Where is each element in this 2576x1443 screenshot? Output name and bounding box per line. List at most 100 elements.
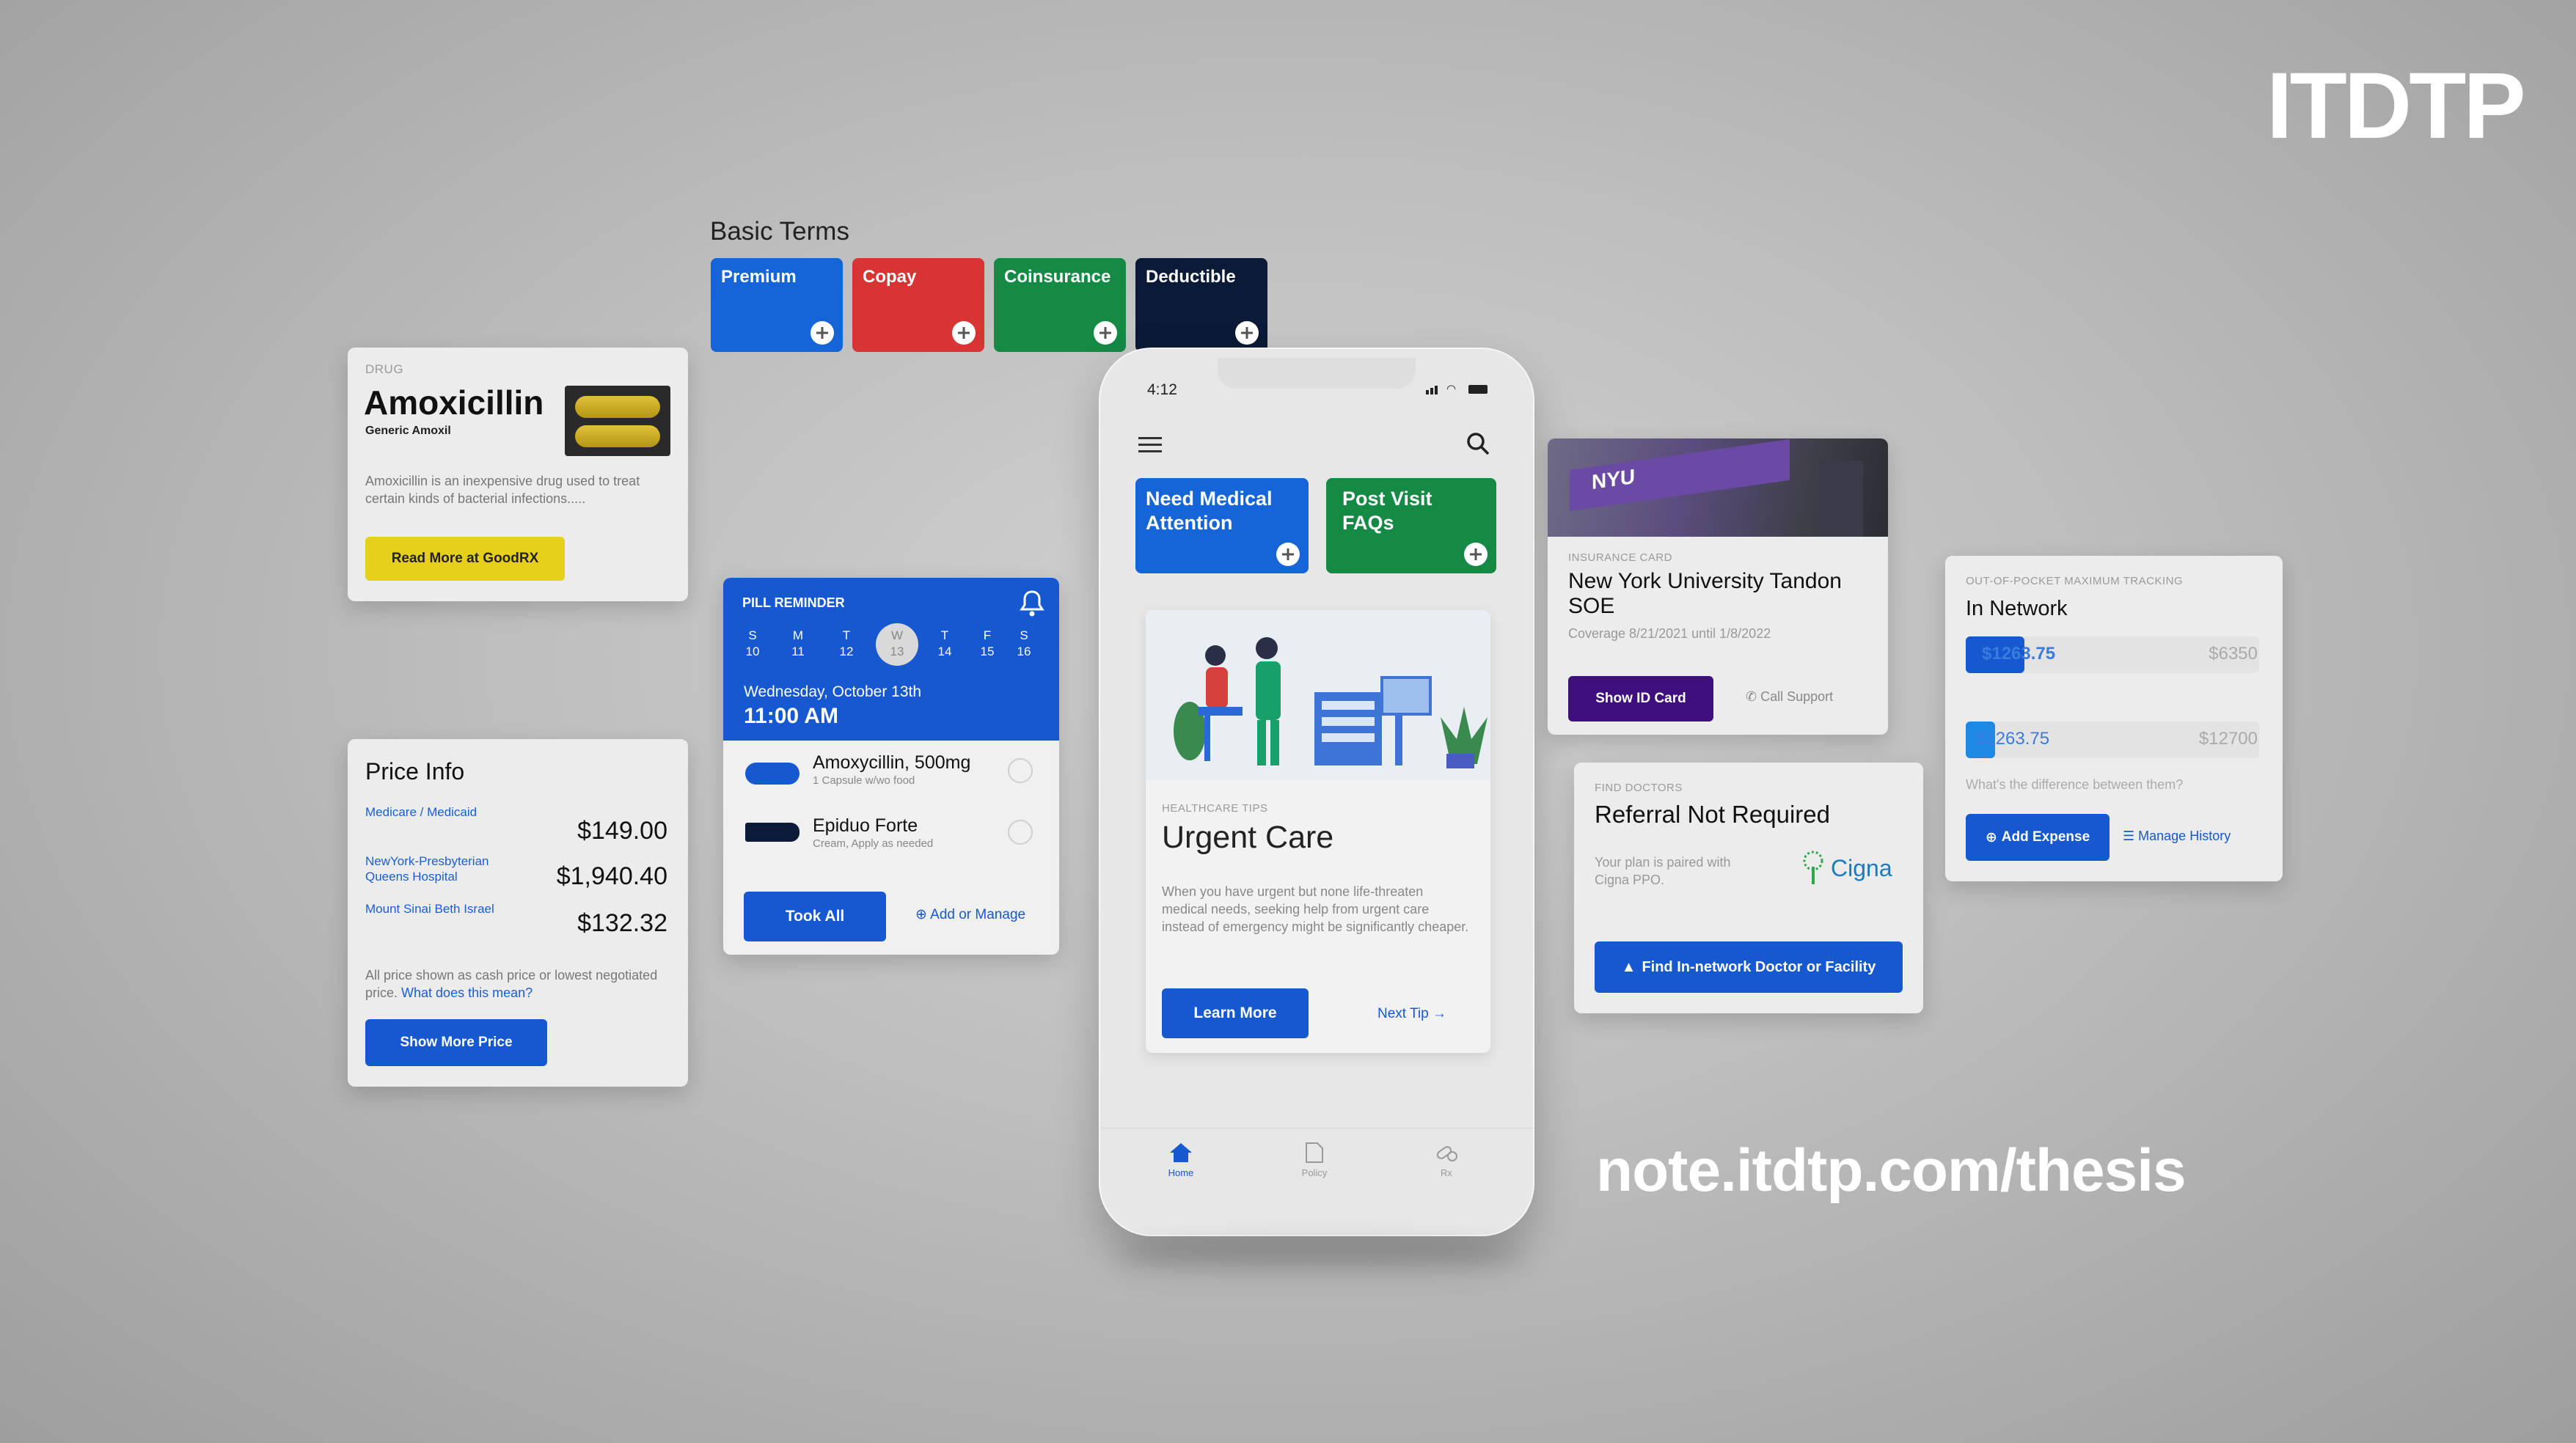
show-more-price-button[interactable]: Show More Price	[365, 1019, 547, 1066]
plus-icon[interactable]	[952, 321, 976, 345]
provider-label[interactable]: Medicare / Medicaid	[365, 805, 477, 820]
drug-tag: DRUG	[365, 362, 404, 376]
price-note: All price shown as cash price or lowest …	[365, 966, 673, 1002]
bell-icon[interactable]	[1020, 590, 1044, 621]
term-coinsurance[interactable]: Coinsurance	[994, 258, 1126, 352]
phone-frame: 4:12 ◠ Need Medical Attention Post Visit…	[1099, 348, 1534, 1236]
tab-bar: Home Policy Rx	[1100, 1128, 1533, 1235]
find-in-network-button[interactable]: ▲ Find In-network Doctor or Facility	[1595, 941, 1903, 993]
tip-tag: HEALTHCARE TIPS	[1162, 802, 1268, 815]
brand-logo: ITDTP	[2266, 54, 2526, 158]
search-icon[interactable]	[1466, 431, 1490, 460]
term-label: Deductible	[1146, 267, 1236, 287]
oop-bar-value: $1263.75	[1976, 729, 2050, 749]
price-value: $1,940.40	[556, 862, 667, 890]
oop-question[interactable]: What's the difference between them?	[1966, 777, 2183, 793]
find-doctors-card: FIND DOCTORS Referral Not Required Your …	[1574, 763, 1923, 1013]
tile-post-visit-faqs[interactable]: Post Visit FAQs	[1326, 478, 1496, 573]
drug-card: DRUG Amoxicillin Generic Amoxil Amoxicil…	[348, 348, 688, 601]
manage-history-link[interactable]: ☰ Manage History	[2123, 829, 2231, 844]
list-icon: ☰	[2123, 829, 2139, 843]
tree-icon	[1803, 851, 1823, 884]
reminder-time: 11:00 AM	[744, 704, 838, 728]
phone-icon: ✆	[1746, 689, 1761, 704]
plus-icon[interactable]	[1235, 321, 1259, 345]
goodrx-button[interactable]: Read More at GoodRX	[365, 537, 565, 581]
day-wednesday[interactable]: W 13	[881, 628, 913, 660]
cigna-logo: Cigna	[1799, 849, 1892, 891]
tab-home[interactable]: Home	[1152, 1142, 1210, 1178]
plus-icon[interactable]	[1464, 543, 1488, 566]
drug-name: Amoxicillin	[364, 383, 544, 422]
oop-title: In Network	[1966, 597, 2068, 620]
phone-shadow	[1115, 1239, 1526, 1268]
tile-need-medical-attention[interactable]: Need Medical Attention	[1135, 478, 1309, 573]
oop-tracking-card: OUT-OF-POCKET MAXIMUM TRACKING In Networ…	[1945, 556, 2283, 881]
tab-label: Home	[1168, 1167, 1194, 1178]
day-saturday[interactable]: S 16	[1008, 628, 1040, 660]
plus-icon[interactable]	[1276, 543, 1300, 566]
navigation-arrow-icon: ▲	[1621, 958, 1636, 975]
plus-circle-icon: ⊕	[915, 907, 931, 922]
term-label: Copay	[863, 267, 917, 287]
doctor-illustration	[1146, 610, 1490, 780]
price-info-card: Price Info Medicare / Medicaid $149.00 N…	[348, 739, 688, 1087]
building-photo: NYU	[1548, 438, 1888, 537]
provider-label[interactable]: Mount Sinai Beth Israel	[365, 902, 494, 917]
term-label: Coinsurance	[1004, 267, 1111, 287]
call-support-link[interactable]: ✆ Call Support	[1746, 689, 1833, 705]
tip-body: When you have urgent but none life-threa…	[1162, 884, 1469, 934]
doctors-body: Your plan is paired with Cigna PPO.	[1595, 855, 1731, 887]
insurance-card: NYU INSURANCE CARD New York University T…	[1548, 438, 1888, 735]
tab-label: Policy	[1301, 1167, 1328, 1178]
show-id-card-button[interactable]: Show ID Card	[1568, 676, 1713, 722]
reminder-date: Wednesday, October 13th	[744, 683, 922, 700]
price-note-link[interactable]: What does this mean?	[401, 985, 533, 1000]
add-expense-button[interactable]: ⊕ Add Expense	[1966, 814, 2110, 861]
add-manage-link[interactable]: ⊕ Add or Manage	[915, 906, 1025, 923]
term-premium[interactable]: Premium	[711, 258, 843, 352]
pill-reminder-tag: PILL REMINDER	[742, 595, 845, 610]
doctors-title: Referral Not Required	[1595, 801, 1830, 828]
med-name: Epiduo Forte	[813, 815, 918, 836]
provider-label[interactable]: NewYork-Presbyterian Queens Hospital	[365, 853, 519, 884]
price-info-title: Price Info	[365, 758, 465, 785]
status-time: 4:12	[1147, 381, 1177, 398]
tab-policy[interactable]: Policy	[1285, 1142, 1344, 1178]
document-icon	[1306, 1142, 1323, 1163]
med-name: Amoxycillin, 500mg	[813, 752, 971, 773]
day-thursday[interactable]: T 14	[929, 628, 961, 660]
day-sunday[interactable]: S 10	[736, 628, 769, 660]
plus-icon[interactable]	[1094, 321, 1117, 345]
insurance-name: New York University Tandon SOE	[1568, 569, 1842, 618]
doctors-tag: FIND DOCTORS	[1595, 782, 1683, 794]
cigna-wordmark: Cigna	[1831, 855, 1892, 881]
tab-label: Rx	[1441, 1167, 1452, 1178]
healthcare-tip-card: HEALTHCARE TIPS Urgent Care When you hav…	[1146, 610, 1490, 1053]
drug-generic: Generic Amoxil	[365, 425, 451, 437]
signal-battery-icon: ◠	[1426, 383, 1493, 396]
learn-more-button[interactable]: Learn More	[1162, 988, 1309, 1038]
capsule-icon	[745, 763, 799, 785]
check-circle-icon[interactable]	[1008, 820, 1033, 845]
tip-title: Urgent Care	[1162, 820, 1334, 855]
oop-bar-max: $12700	[2198, 729, 2258, 749]
plus-icon[interactable]	[811, 321, 834, 345]
check-circle-icon[interactable]	[1008, 758, 1033, 783]
tab-rx[interactable]: Rx	[1417, 1142, 1476, 1178]
term-copay[interactable]: Copay	[852, 258, 984, 352]
oop-bar-max: $6350	[2209, 644, 2258, 664]
took-all-button[interactable]: Took All	[744, 892, 886, 941]
oop-bar-value: $1263.75	[1982, 644, 2056, 664]
tile-label: Need Medical Attention	[1146, 488, 1273, 534]
pill-reminder-card: PILL REMINDER S 10 M 11 T 12 W 13 T 14 F 15 S1…	[723, 578, 1059, 955]
basic-terms-title: Basic Terms	[710, 217, 849, 246]
med-sub: Cream, Apply as needed	[813, 837, 934, 850]
hamburger-menu-icon[interactable]	[1138, 437, 1162, 453]
day-tuesday[interactable]: T 12	[830, 628, 863, 660]
term-deductible[interactable]: Deductible	[1135, 258, 1267, 352]
cream-tube-icon	[745, 823, 799, 842]
day-monday[interactable]: M 11	[782, 628, 814, 660]
day-friday[interactable]: F 15	[971, 628, 1003, 660]
next-tip-link[interactable]: Next Tip →	[1377, 1006, 1446, 1022]
